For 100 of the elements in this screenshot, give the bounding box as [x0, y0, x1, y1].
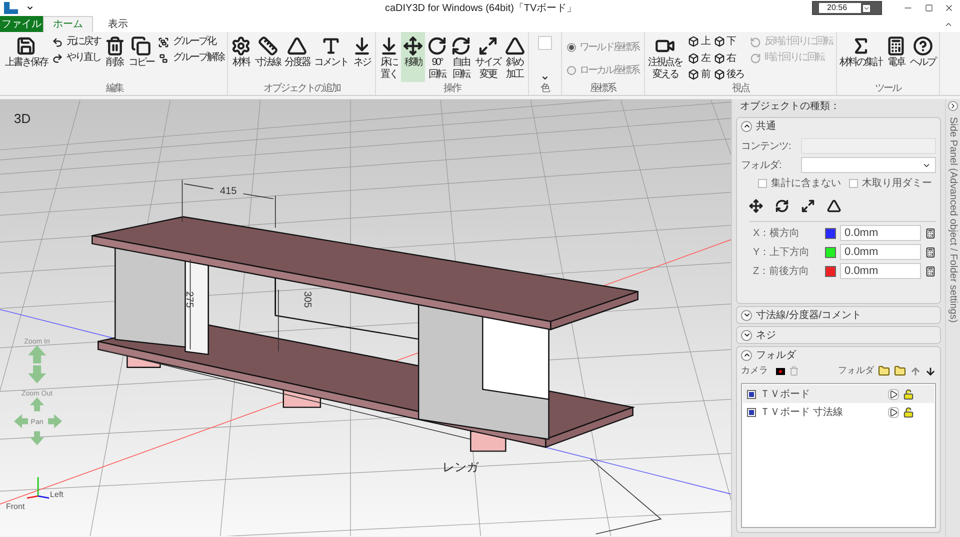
section-header[interactable]: 共通 — [737, 118, 940, 134]
view-button[interactable]: 上 — [688, 34, 710, 49]
text-icon — [321, 36, 341, 56]
dimension-label: 415 — [220, 186, 237, 197]
ribbon-group-label: オブジェクトの追加 — [263, 83, 340, 95]
ribbon-button[interactable]: 材料 — [229, 32, 253, 82]
ribbon-tab[interactable]: ホーム — [43, 16, 93, 32]
ribbon-button[interactable]: 床に 置く — [377, 32, 401, 82]
ribbon-tab[interactable]: 表示 — [93, 16, 143, 32]
ruler-icon — [258, 36, 278, 56]
color-swatch[interactable] — [538, 36, 552, 50]
window-title: caDIY3D for Windows (64bit)「TVボード」 — [385, 2, 577, 16]
ribbon-button[interactable]: 電卓 — [884, 32, 908, 82]
view-button[interactable]: 下 — [714, 34, 744, 49]
calculator-icon[interactable] — [925, 266, 936, 276]
collapse-icon — [741, 350, 752, 360]
restore-icon[interactable] — [925, 4, 933, 12]
ribbon-button[interactable]: 寸法線 — [253, 32, 282, 82]
ribbon-button[interactable]: 注視点を 変える — [646, 32, 684, 82]
checkbox[interactable] — [747, 390, 756, 398]
calculator-icon[interactable] — [925, 228, 936, 238]
ribbon-button[interactable]: ネジ — [350, 32, 374, 82]
ribbon-button[interactable]: 削除 — [102, 32, 126, 82]
checkbox-option[interactable]: 集計に含まない — [758, 176, 841, 191]
ribbon-button[interactable]: 材料の集計 — [838, 32, 884, 82]
value-field[interactable]: 0.0mm — [840, 263, 922, 279]
folder-row[interactable]: ＴＶボード 寸法線 — [743, 403, 934, 421]
value-field[interactable]: 0.0mm — [840, 225, 922, 241]
ribbon-button[interactable]: 上書き保存 — [3, 32, 50, 82]
padlock-icon[interactable] — [903, 388, 914, 400]
folder-name: ＴＶボード 寸法線 — [760, 406, 843, 420]
ribbon-button[interactable]: 分度器 — [282, 32, 312, 82]
collapse-icon — [741, 120, 752, 132]
move-arrows-icon[interactable] — [749, 199, 763, 213]
folder-row[interactable]: ＴＶボード — [743, 385, 934, 403]
close-icon[interactable] — [944, 3, 954, 13]
value-field[interactable]: 0.0mm — [840, 244, 922, 260]
arrow-up-icon[interactable] — [910, 366, 921, 376]
arrow-down-icon[interactable] — [925, 366, 936, 376]
ribbon-small-button[interactable]: グループ化 — [158, 36, 224, 48]
expand-icon — [741, 330, 752, 340]
view-button[interactable]: 右 — [714, 50, 744, 66]
rotate-arrow-icon[interactable] — [775, 199, 789, 213]
play-icon[interactable] — [888, 388, 899, 400]
axis-label: Y：上下方向 — [753, 246, 811, 260]
cube-icon — [688, 52, 699, 64]
undo-icon — [52, 36, 62, 48]
ribbon-button[interactable]: 斜め 加工 — [502, 32, 526, 82]
resize-arrow-icon[interactable] — [801, 199, 815, 213]
ribbon-group-label: ツール — [874, 83, 900, 95]
ribbon-button[interactable]: 移動 — [401, 32, 425, 82]
rotate-arrow-icon — [451, 36, 471, 56]
caret-icon[interactable] — [26, 4, 34, 12]
ribbon-button[interactable]: コピー — [126, 32, 156, 82]
ribbon-button[interactable]: 90° 回転 — [425, 32, 449, 82]
folder-label: フォルダ — [838, 364, 874, 378]
section-header[interactable]: 寸法線/分度器/コメント — [737, 307, 940, 323]
ribbon-button[interactable]: コメント — [312, 32, 350, 82]
ribbon-group-label: 座標系 — [590, 83, 616, 95]
calculator-icon[interactable] — [925, 246, 936, 258]
folder-minus-icon[interactable] — [894, 365, 906, 377]
padlock-icon[interactable] — [903, 406, 914, 418]
section-header[interactable]: フォルダ — [737, 347, 940, 363]
axis-label: Z：前後方向 — [753, 264, 810, 278]
cube-icon — [688, 36, 699, 47]
folder-name: ＴＶボード — [760, 388, 810, 402]
ribbon-small-button[interactable]: グループ解除 — [158, 52, 224, 64]
ribbon-small-button[interactable]: やり直し — [52, 52, 100, 64]
caret-icon[interactable] — [863, 4, 870, 12]
section-header[interactable]: ネジ — [737, 327, 940, 343]
copy-icon — [131, 36, 152, 56]
expand-icon[interactable] — [948, 101, 958, 111]
move-arrows-icon — [403, 36, 423, 56]
collapse-ribbon-icon[interactable] — [944, 20, 953, 29]
view-button[interactable]: 前 — [688, 67, 710, 82]
view-button[interactable]: 左 — [688, 50, 710, 66]
side-panel-tab[interactable]: Side Panel (Advanced object / Folder settings) — [945, 99, 960, 537]
clock-time: 20:56 — [819, 3, 861, 13]
camera-label: カメラ — [741, 364, 768, 378]
checkbox[interactable] — [747, 408, 756, 416]
rotate-left-icon — [750, 36, 760, 48]
play-icon[interactable] — [888, 406, 899, 418]
ribbon-button[interactable]: ヘルプ — [908, 32, 938, 82]
axis-gizmo-icon — [26, 477, 50, 499]
field-label: フォルダ: — [741, 158, 782, 172]
panel-header: オブジェクトの種類： — [739, 100, 841, 114]
record-icon[interactable] — [776, 368, 785, 374]
ribbon-small-button[interactable]: 元に戻す — [52, 36, 100, 48]
folder-plus-icon[interactable] — [878, 365, 890, 377]
ribbon-button[interactable]: サイズ 変更 — [473, 32, 502, 82]
cube-icon — [714, 69, 724, 80]
checkbox-option[interactable]: 木取り用ダミー — [849, 176, 932, 191]
view-button[interactable]: 後ろ — [714, 67, 744, 82]
caret-icon — [540, 74, 548, 82]
trash-icon — [104, 36, 124, 56]
ribbon-group-label: 色 — [540, 83, 549, 95]
ribbon-button[interactable]: 自由 回転 — [449, 32, 473, 82]
axis-label: X：横方向 — [753, 226, 801, 240]
part-label: レンガ — [442, 460, 479, 474]
file-tab[interactable]: ファイル — [0, 16, 43, 32]
